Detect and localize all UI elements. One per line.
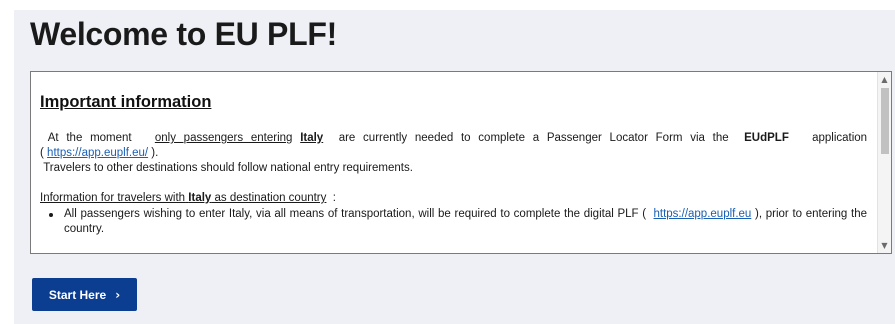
scrollbar[interactable]: ▲ ▼ [877, 72, 891, 253]
euplf-link[interactable]: https://app.euplf.eu/ [47, 147, 148, 159]
text-italy: Italy [300, 132, 324, 144]
info-bullet-list: All passengers wishing to enter Italy, v… [40, 207, 867, 237]
page-container: Welcome to EU PLF! Important information… [14, 10, 895, 324]
scroll-down-arrow-icon[interactable]: ▼ [878, 239, 891, 252]
info-paragraph-italy: At the moment only passengers entering I… [40, 131, 867, 161]
text: All passengers wishing to enter Italy, v… [64, 208, 647, 220]
start-here-button[interactable]: Start Here › [32, 278, 137, 311]
text-underlined: only passengers entering [154, 132, 293, 144]
scrollbar-thumb[interactable] [881, 88, 889, 154]
bullet-icon [49, 213, 53, 217]
text: : [332, 192, 336, 204]
info-paragraph-other: Travelers to other destinations should f… [40, 161, 867, 176]
text: application [812, 132, 868, 144]
text-underlined: as destination country [214, 192, 327, 204]
text-underlined: Information for travelers with [40, 192, 186, 204]
text-italy: Italy [188, 192, 212, 204]
start-here-label: Start Here [48, 287, 107, 302]
info-paragraph-destination: Information for travelers with Italy as … [40, 191, 867, 206]
list-item: All passengers wishing to enter Italy, v… [40, 207, 867, 237]
page-title: Welcome to EU PLF! [30, 16, 337, 52]
info-content: Important information At the moment only… [31, 72, 877, 253]
text: Travelers to other destinations should f… [43, 162, 413, 174]
text: are currently needed to complete a Passe… [338, 132, 729, 144]
chevron-right-icon: › [115, 287, 121, 302]
important-info-box[interactable]: Important information At the moment only… [30, 71, 892, 254]
text: ). [151, 147, 159, 159]
text-eudplf: EUdPLF [744, 132, 789, 144]
info-heading: Important information [40, 93, 212, 111]
scroll-up-arrow-icon[interactable]: ▲ [878, 73, 891, 86]
text: At the moment [47, 132, 132, 144]
euplf-link[interactable]: https://app.euplf.eu [654, 208, 752, 220]
text: ( [40, 147, 44, 159]
